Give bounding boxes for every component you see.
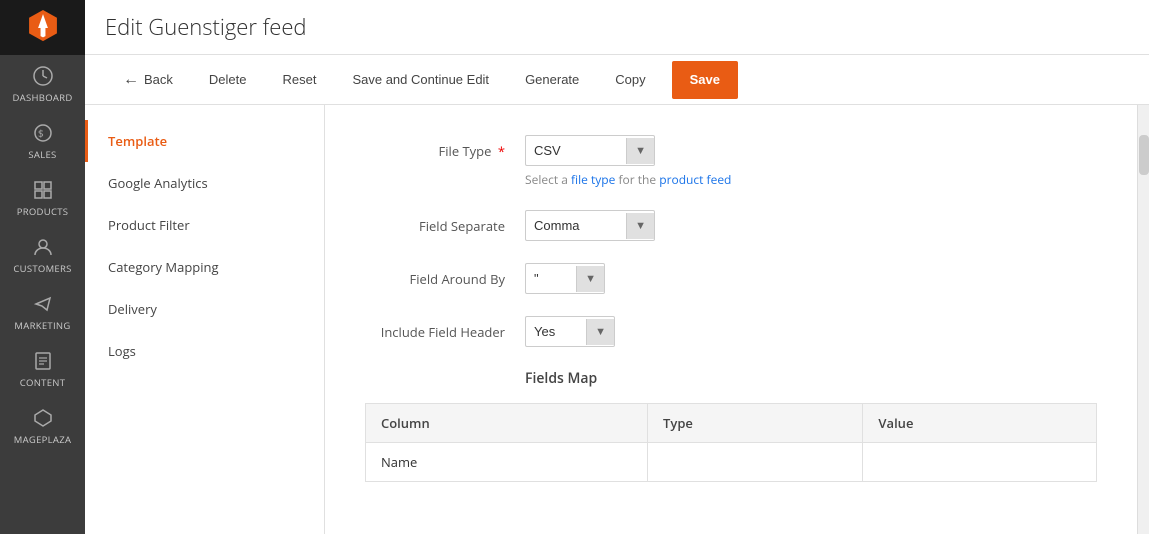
sidebar-item-mageplaza[interactable]: MAGEPLAZA — [0, 397, 85, 454]
sidebar-item-content[interactable]: CONTENT — [0, 340, 85, 397]
generate-label: Generate — [525, 72, 579, 87]
delete-label: Delete — [209, 72, 247, 87]
file-type-select[interactable]: CSV XML TXT — [526, 136, 626, 165]
sidebar-item-customers-label: CUSTOMERS — [13, 262, 71, 275]
include-field-header-row: Include Field Header Yes No ▼ — [365, 316, 1097, 347]
copy-button[interactable]: Copy — [597, 55, 663, 105]
scrollbar-track — [1137, 105, 1149, 534]
save-continue-label: Save and Continue Edit — [352, 72, 489, 87]
customers-icon — [32, 236, 54, 258]
nav-item-template[interactable]: Template — [85, 120, 324, 162]
nav-item-google-analytics[interactable]: Google Analytics — [85, 162, 324, 204]
column-header-value: Value — [863, 404, 1097, 443]
save-continue-button[interactable]: Save and Continue Edit — [334, 55, 507, 105]
include-field-header-label: Include Field Header — [365, 316, 525, 341]
column-header-type: Type — [648, 404, 863, 443]
scrollbar-thumb[interactable] — [1139, 135, 1149, 175]
save-button[interactable]: Save — [672, 61, 738, 99]
file-type-row: File Type * CSV XML TXT ▼ Select a file … — [365, 135, 1097, 188]
copy-label: Copy — [615, 72, 645, 87]
content-icon — [32, 350, 54, 372]
reset-button[interactable]: Reset — [264, 55, 334, 105]
nav-item-product-filter[interactable]: Product Filter — [85, 204, 324, 246]
field-separate-label: Field Separate — [365, 210, 525, 235]
sidebar-item-marketing-label: MARKETING — [14, 319, 70, 332]
reset-label: Reset — [282, 72, 316, 87]
product-feed-link[interactable]: product feed — [659, 171, 731, 188]
toolbar: ← Back Delete Reset Save and Continue Ed… — [85, 55, 1149, 105]
field-around-by-label: Field Around By — [365, 263, 525, 288]
save-label: Save — [690, 72, 720, 87]
required-star: * — [498, 142, 505, 160]
marketing-icon — [32, 293, 54, 315]
dashboard-icon — [32, 65, 54, 87]
generate-button[interactable]: Generate — [507, 55, 597, 105]
field-around-by-control: " ' None ▼ — [525, 263, 605, 294]
field-separate-select[interactable]: Comma Tab Semicolon Pipe — [526, 211, 626, 240]
row-type — [648, 443, 863, 482]
svg-text:$: $ — [38, 126, 44, 140]
include-field-header-select[interactable]: Yes No — [526, 317, 586, 346]
field-separate-dropdown-arrow[interactable]: ▼ — [626, 213, 654, 239]
row-column-name: Name — [366, 443, 648, 482]
field-separate-row: Field Separate Comma Tab Semicolon Pipe … — [365, 210, 1097, 241]
file-type-label: File Type * — [365, 135, 525, 160]
magento-logo-icon — [25, 10, 61, 46]
fields-map-table: Column Type Value Name — [365, 403, 1097, 482]
field-around-by-dropdown-arrow[interactable]: ▼ — [576, 266, 604, 292]
sidebar-item-products-label: PRODUCTS — [17, 205, 69, 218]
file-type-select-wrapper: CSV XML TXT ▼ — [525, 135, 655, 166]
mageplaza-icon — [32, 407, 54, 429]
nav-item-logs[interactable]: Logs — [85, 330, 324, 372]
fields-map-title: Fields Map — [365, 369, 1097, 388]
sidebar: DASHBOARD $ SALES PRODUCTS CUSTOMERS MAR… — [0, 0, 85, 534]
back-button[interactable]: ← Back — [105, 55, 191, 105]
file-type-dropdown-arrow[interactable]: ▼ — [626, 138, 654, 164]
sidebar-item-dashboard-label: DASHBOARD — [12, 91, 72, 104]
include-field-header-control: Yes No ▼ — [525, 316, 615, 347]
field-separate-control: Comma Tab Semicolon Pipe ▼ — [525, 210, 655, 241]
back-label: Back — [144, 72, 173, 87]
include-field-header-dropdown-arrow[interactable]: ▼ — [586, 319, 614, 345]
delete-button[interactable]: Delete — [191, 55, 265, 105]
sidebar-item-mageplaza-label: MAGEPLAZA — [14, 433, 72, 446]
page-header: Edit Guenstiger feed — [85, 0, 1149, 55]
sidebar-item-customers[interactable]: CUSTOMERS — [0, 226, 85, 283]
products-icon — [32, 179, 54, 201]
nav-item-category-mapping[interactable]: Category Mapping — [85, 246, 324, 288]
field-around-by-select[interactable]: " ' None — [526, 264, 576, 293]
page-title: Edit Guenstiger feed — [105, 12, 307, 42]
file-type-help-link[interactable]: file type — [571, 171, 615, 188]
sidebar-item-products[interactable]: PRODUCTS — [0, 169, 85, 226]
body-area: Template Google Analytics Product Filter… — [85, 105, 1149, 534]
table-row: Name — [366, 443, 1097, 482]
sidebar-item-sales[interactable]: $ SALES — [0, 112, 85, 169]
row-value — [863, 443, 1097, 482]
field-separate-select-wrapper: Comma Tab Semicolon Pipe ▼ — [525, 210, 655, 241]
column-header-column: Column — [366, 404, 648, 443]
back-arrow-icon: ← — [123, 71, 139, 89]
nav-item-delivery[interactable]: Delivery — [85, 288, 324, 330]
file-type-help: Select a file type for the product feed — [525, 171, 731, 188]
sidebar-item-content-label: CONTENT — [20, 376, 66, 389]
field-around-by-row: Field Around By " ' None ▼ — [365, 263, 1097, 294]
field-around-by-select-wrapper: " ' None ▼ — [525, 263, 605, 294]
sidebar-item-sales-label: SALES — [28, 148, 56, 161]
include-field-header-select-wrapper: Yes No ▼ — [525, 316, 615, 347]
content-area: File Type * CSV XML TXT ▼ Select a file … — [325, 105, 1137, 534]
sidebar-item-marketing[interactable]: MARKETING — [0, 283, 85, 340]
file-type-control: CSV XML TXT ▼ Select a file type for the… — [525, 135, 731, 188]
sidebar-logo — [0, 0, 85, 55]
sales-icon: $ — [32, 122, 54, 144]
main-area: Edit Guenstiger feed ← Back Delete Reset… — [85, 0, 1149, 534]
sidebar-item-dashboard[interactable]: DASHBOARD — [0, 55, 85, 112]
left-nav: Template Google Analytics Product Filter… — [85, 105, 325, 534]
